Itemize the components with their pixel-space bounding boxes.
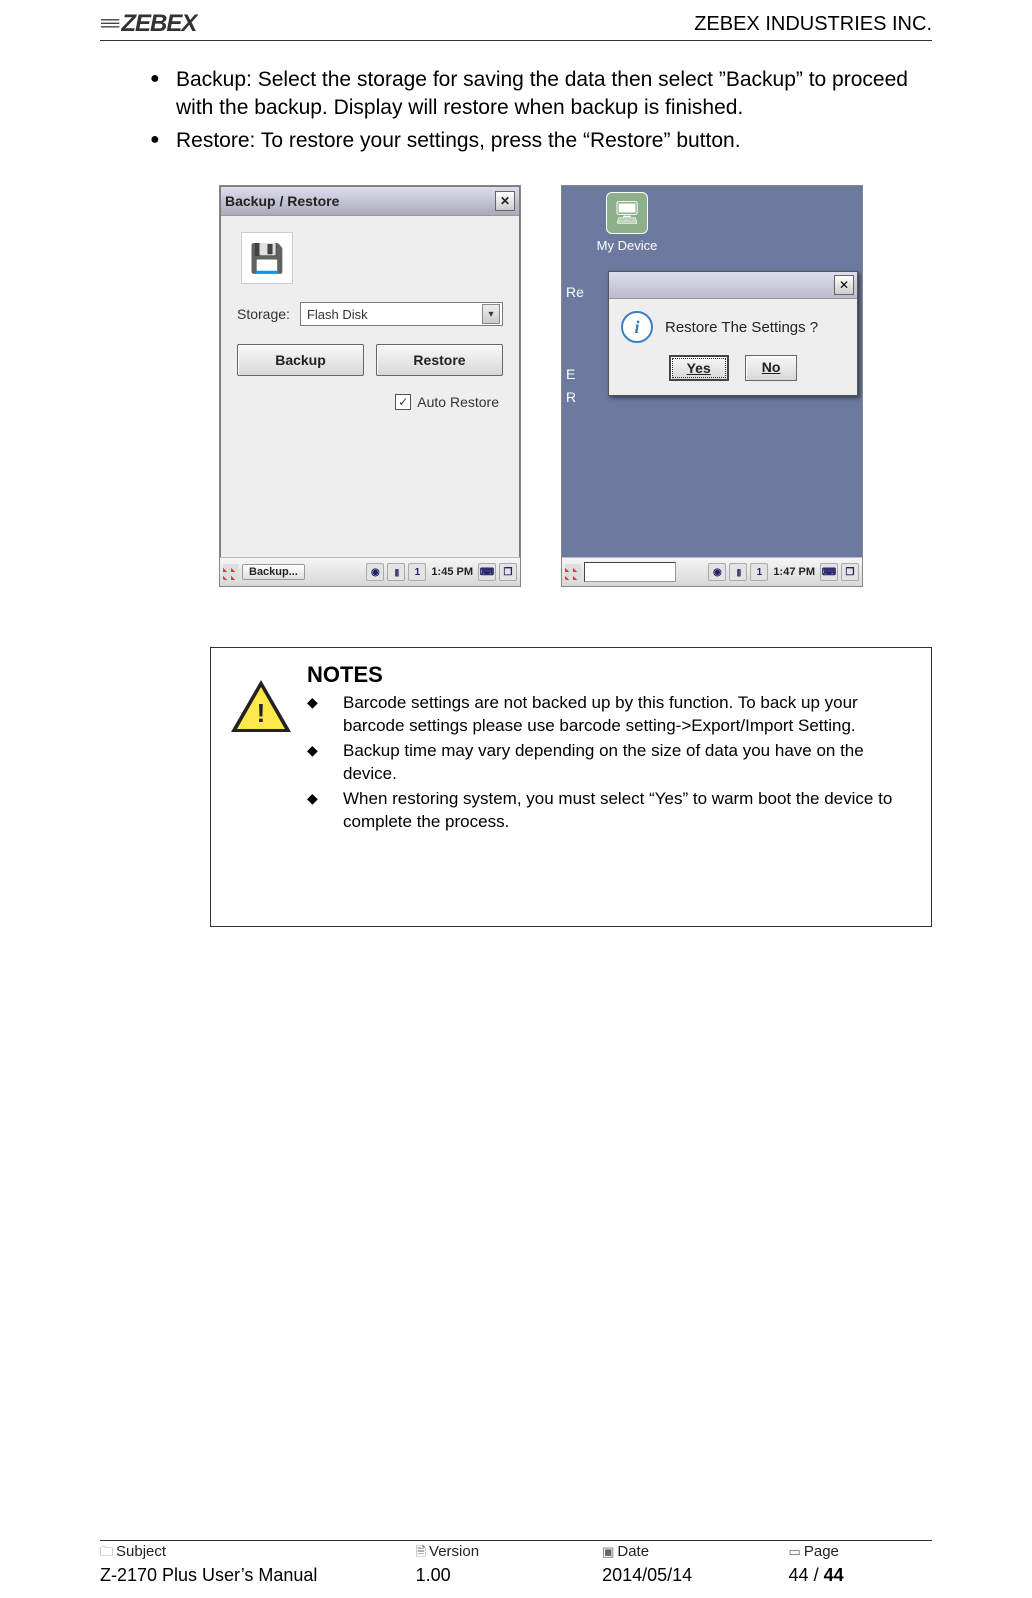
subject-value: Z-2170 Plus User’s Manual xyxy=(100,1565,416,1586)
tray-number-icon[interactable]: 1 xyxy=(750,563,768,581)
backup-button[interactable]: Backup xyxy=(237,344,364,376)
restore-confirm-dialog: ✕ i Restore The Settings ? Yes No xyxy=(608,271,858,396)
taskbar-empty xyxy=(584,562,676,582)
screenshots-row: Backup / Restore ✕ 💾 Storage: Flash Disk… xyxy=(150,185,932,587)
note-item-2: Backup time may vary depending on the si… xyxy=(307,740,911,786)
note-item-1: Barcode settings are not backed up by th… xyxy=(307,692,911,738)
notes-box: ! NOTES Barcode settings are not backed … xyxy=(210,647,932,927)
taskbar-left: Backup... ◉ ||| 1 1:45 PM ⌨ ❐ xyxy=(220,557,520,586)
page-label: Page xyxy=(804,1543,839,1560)
taskbar-clock: 1:45 PM xyxy=(429,566,475,578)
no-button[interactable]: No xyxy=(745,355,798,381)
note-item-3: When restoring system, you must select “… xyxy=(307,788,911,834)
auto-restore-label: Auto Restore xyxy=(417,394,499,410)
page-footer: 🗀Subject 🗎Version ▣Date ▭Page Z-2170 Plu… xyxy=(100,1540,932,1586)
version-label: Version xyxy=(429,1543,479,1560)
date-icon: ▣ xyxy=(602,1544,614,1559)
instruction-restore: Restore: To restore your settings, press… xyxy=(150,127,932,155)
subject-label: Subject xyxy=(116,1543,166,1560)
backup-restore-window: Backup / Restore ✕ 💾 Storage: Flash Disk… xyxy=(220,186,520,557)
taskbar-app-button[interactable]: Backup... xyxy=(242,564,305,580)
barcode-icon[interactable]: ||| xyxy=(729,563,747,581)
barcode-icon[interactable]: ||| xyxy=(387,563,405,581)
device-right: 🖥 My Device Re E R ✕ i xyxy=(561,185,863,587)
start-icon[interactable] xyxy=(565,564,581,580)
logo-bars-icon: ≡≡ xyxy=(100,13,117,36)
taskbar-clock: 1:47 PM xyxy=(771,566,817,578)
window-titlebar: Backup / Restore ✕ xyxy=(221,187,519,216)
page-value: 44 / 44 xyxy=(789,1565,932,1586)
version-value: 1.00 xyxy=(416,1565,602,1586)
window-title: Backup / Restore xyxy=(225,193,495,209)
notes-list: Barcode settings are not backed up by th… xyxy=(307,692,911,834)
doc-icon: 🗎 xyxy=(416,1544,426,1559)
restore-button[interactable]: Restore xyxy=(376,344,503,376)
page-icon: ▭ xyxy=(789,1544,801,1559)
device-icon: 🖥 xyxy=(606,192,648,234)
instruction-backup: Backup: Select the storage for saving th… xyxy=(150,66,932,123)
chevron-down-icon: ▾ xyxy=(482,304,500,324)
notes-title: NOTES xyxy=(307,662,911,688)
info-icon: i xyxy=(621,311,653,343)
tray-number-icon[interactable]: 1 xyxy=(408,563,426,581)
warning-icon: ! xyxy=(231,680,291,740)
backup-app-icon: 💾 xyxy=(241,232,293,284)
dialog-close-icon[interactable]: ✕ xyxy=(834,275,854,295)
sip-icon[interactable]: ⌨ xyxy=(478,563,496,581)
auto-restore-checkbox[interactable]: ✓ xyxy=(395,394,411,410)
device-left: Backup / Restore ✕ 💾 Storage: Flash Disk… xyxy=(219,185,521,587)
my-device-icon[interactable]: 🖥 My Device xyxy=(582,192,672,253)
desktop-icon[interactable]: ❐ xyxy=(499,563,517,581)
my-device-label: My Device xyxy=(597,238,658,253)
sip-icon[interactable]: ⌨ xyxy=(820,563,838,581)
desktop-icon[interactable]: ❐ xyxy=(841,563,859,581)
storage-label: Storage: xyxy=(237,306,290,322)
close-icon[interactable]: ✕ xyxy=(495,191,515,211)
date-value: 2014/05/14 xyxy=(602,1565,788,1586)
storage-value: Flash Disk xyxy=(307,307,368,322)
logo-text: ZEBEX xyxy=(121,10,196,38)
yes-button[interactable]: Yes xyxy=(669,355,729,381)
storage-select[interactable]: Flash Disk ▾ xyxy=(300,302,503,326)
dialog-message: Restore The Settings ? xyxy=(665,319,818,336)
network-icon[interactable]: ◉ xyxy=(708,563,726,581)
company-name: ZEBEX INDUSTRIES INC. xyxy=(694,13,932,36)
date-label: Date xyxy=(617,1543,649,1560)
taskbar-right: ◉ ||| 1 1:47 PM ⌨ ❐ xyxy=(562,557,862,586)
folder-icon: 🗀 xyxy=(100,1544,113,1559)
instructions-list: Backup: Select the storage for saving th… xyxy=(150,66,932,155)
partial-labels: Re E R xyxy=(566,281,606,408)
page-header: ≡≡ ZEBEX ZEBEX INDUSTRIES INC. xyxy=(100,10,932,41)
network-icon[interactable]: ◉ xyxy=(366,563,384,581)
logo: ≡≡ ZEBEX xyxy=(100,10,196,38)
start-icon[interactable] xyxy=(223,564,239,580)
